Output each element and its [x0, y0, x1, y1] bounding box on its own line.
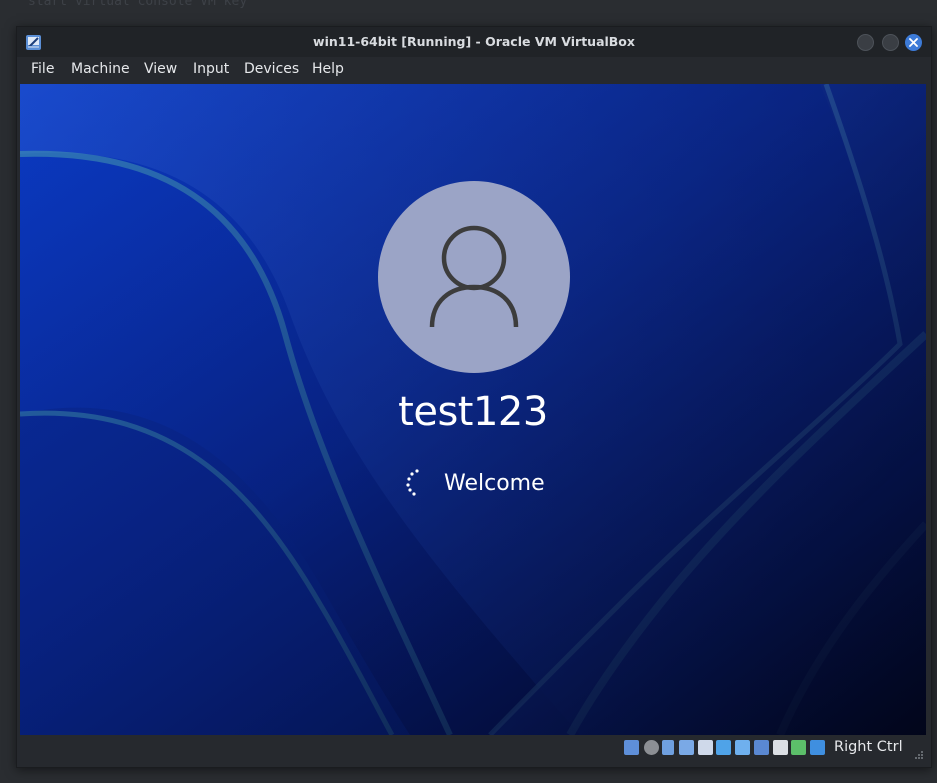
menu-view[interactable]: View: [144, 61, 177, 77]
close-icon: [909, 38, 918, 47]
network-icon[interactable]: [679, 740, 694, 755]
title-bar[interactable]: win11-64bit [Running] - Oracle VM Virtua…: [17, 27, 931, 57]
maximize-button[interactable]: [882, 34, 899, 51]
audio-icon[interactable]: [662, 740, 674, 755]
user-avatar: [378, 181, 570, 373]
cpu-icon[interactable]: [791, 740, 806, 755]
menu-bar: File Machine View Input Devices Help: [17, 57, 931, 83]
username-label: test123: [398, 389, 548, 435]
menu-machine[interactable]: Machine: [71, 61, 130, 77]
optical-drive-icon[interactable]: [644, 740, 659, 755]
user-icon: [429, 225, 519, 328]
virtualization-icon[interactable]: [773, 740, 788, 755]
menu-input[interactable]: Input: [193, 61, 229, 77]
hard-disk-icon[interactable]: [624, 740, 639, 755]
window-title: win11-64bit [Running] - Oracle VM Virtua…: [313, 34, 635, 49]
welcome-text: Welcome: [444, 471, 545, 496]
vm-display[interactable]: test123 Welcome: [20, 84, 926, 735]
shared-folders-icon[interactable]: [716, 740, 731, 755]
resize-grip-icon[interactable]: [914, 750, 924, 760]
menu-file[interactable]: File: [31, 61, 54, 77]
minimize-button[interactable]: [857, 34, 874, 51]
display-icon[interactable]: [735, 740, 750, 755]
loading-spinner-icon: [406, 469, 419, 496]
close-button[interactable]: [905, 34, 922, 51]
status-bar: Right Ctrl: [17, 735, 931, 767]
recording-icon[interactable]: [754, 740, 769, 755]
host-key-label: Right Ctrl: [834, 739, 903, 755]
background-terminal-text: start virtual console VM key: [28, 0, 248, 9]
menu-devices[interactable]: Devices: [244, 61, 299, 77]
keyboard-capture-icon[interactable]: [810, 740, 825, 755]
usb-icon[interactable]: [698, 740, 713, 755]
menu-help[interactable]: Help: [312, 61, 344, 77]
virtualbox-window[interactable]: win11-64bit [Running] - Oracle VM Virtua…: [16, 26, 932, 768]
